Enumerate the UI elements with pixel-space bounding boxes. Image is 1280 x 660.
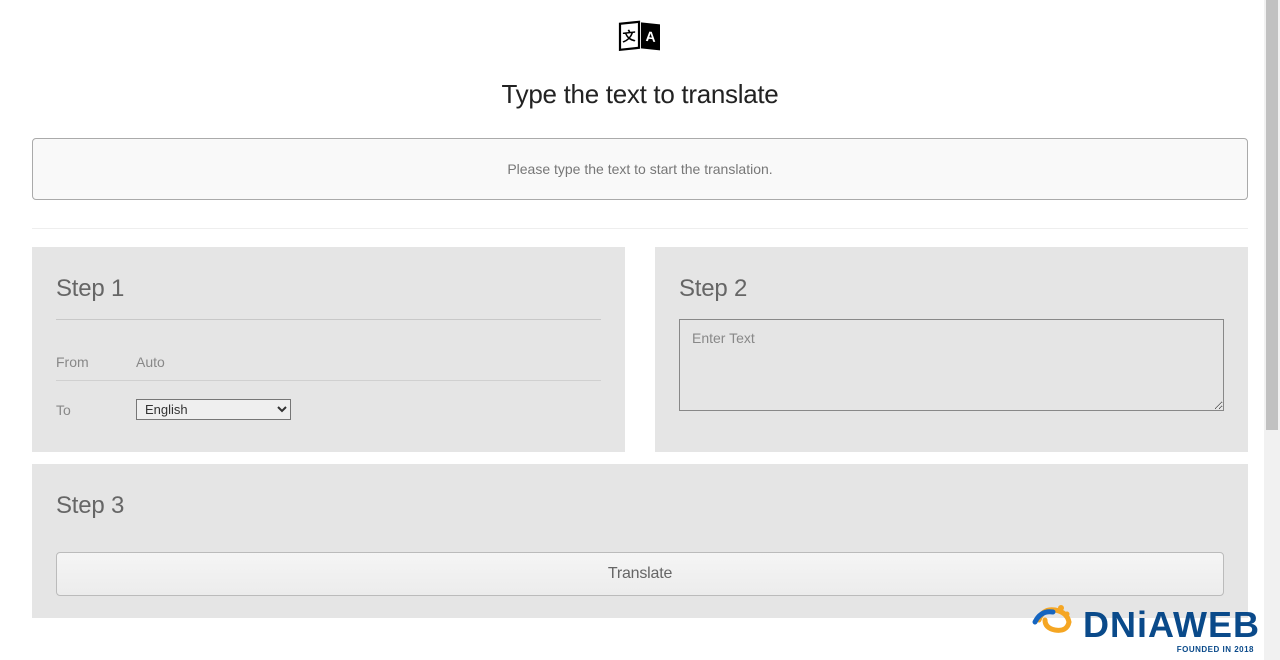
from-label: From (56, 354, 136, 370)
step1-heading: Step 1 (56, 275, 601, 303)
to-label: To (56, 402, 136, 418)
notice-box: Please type the text to start the transl… (32, 138, 1248, 200)
section-divider (32, 228, 1248, 229)
from-value: Auto (136, 354, 165, 370)
page-title: Type the text to translate (32, 79, 1248, 110)
scrollbar-thumb[interactable] (1266, 0, 1278, 430)
step3-panel: Step 3 Translate (32, 464, 1248, 618)
to-row: To English (56, 381, 601, 430)
step1-divider (56, 319, 601, 320)
watermark-tagline: FOUNDED IN 2018 (1031, 645, 1254, 654)
step2-panel: Step 2 (655, 247, 1248, 452)
from-row: From Auto (56, 344, 601, 381)
text-input[interactable] (679, 319, 1224, 411)
header-section: 文 A Type the text to translate (32, 16, 1248, 110)
step1-panel: Step 1 From Auto To English (32, 247, 625, 452)
translate-button[interactable]: Translate (56, 552, 1224, 596)
step2-heading: Step 2 (679, 275, 1224, 303)
translate-icon: 文 A (618, 16, 662, 61)
scrollbar-track (1264, 0, 1280, 660)
to-select[interactable]: English (136, 399, 291, 420)
svg-text:文: 文 (623, 28, 637, 44)
notice-text: Please type the text to start the transl… (507, 161, 772, 177)
step3-heading: Step 3 (56, 492, 1224, 520)
svg-text:A: A (645, 28, 655, 45)
